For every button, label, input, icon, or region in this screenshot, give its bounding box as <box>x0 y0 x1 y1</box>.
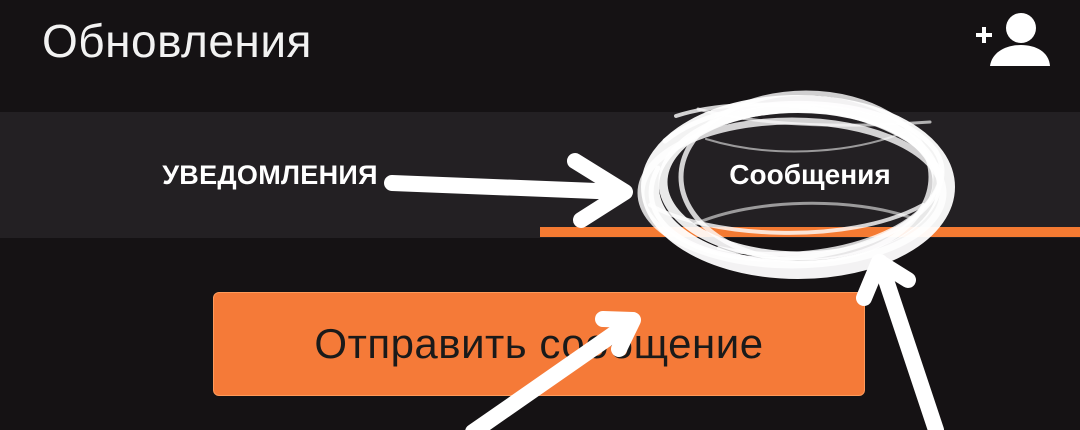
send-message-button[interactable]: Отправить сообщение <box>213 292 865 396</box>
app-header: Обновления <box>0 0 1080 112</box>
tab-notifications[interactable]: УВЕДОМЛЕНИЯ <box>0 112 540 238</box>
add-friend-button[interactable] <box>970 8 1054 72</box>
updates-tab-bar: УВЕДОМЛЕНИЯ Сообщения <box>0 112 1080 238</box>
updates-screen: Обновления УВЕДОМЛЕНИЯ Сообщения Отправи… <box>0 0 1080 430</box>
page-title: Обновления <box>42 15 312 67</box>
tab-messages[interactable]: Сообщения <box>540 112 1080 238</box>
tab-notifications-label: УВЕДОМЛЕНИЯ <box>162 159 378 190</box>
send-message-label: Отправить сообщение <box>314 320 764 367</box>
selected-tab-indicator <box>540 227 1080 237</box>
add-user-icon <box>976 13 1050 66</box>
tab-messages-label: Сообщения <box>729 159 891 190</box>
